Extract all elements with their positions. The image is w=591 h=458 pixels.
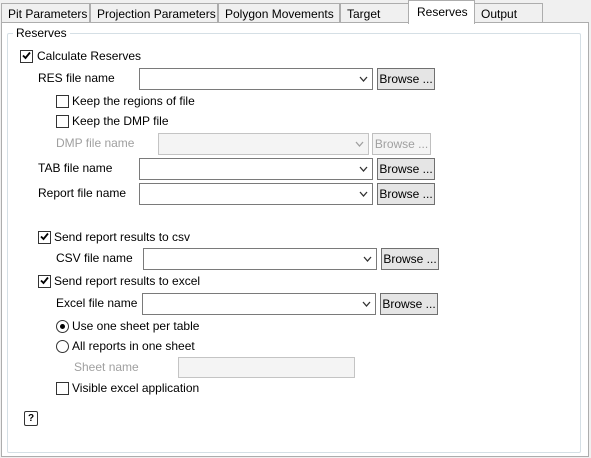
csv-file-combo[interactable]	[143, 248, 377, 270]
tab-reserves[interactable]: Reserves	[408, 0, 475, 24]
all-reports-one-sheet-radio[interactable]	[56, 340, 69, 353]
chevron-down-icon	[362, 301, 371, 307]
chevron-down-icon	[359, 166, 368, 172]
excel-file-label: Excel file name	[56, 296, 138, 310]
tab-file-combo[interactable]	[139, 158, 373, 180]
calculate-reserves-checkbox[interactable]	[20, 50, 33, 63]
all-reports-one-sheet-label: All reports in one sheet	[72, 339, 195, 353]
checkmark-icon	[22, 51, 31, 60]
chevron-down-icon	[363, 256, 372, 262]
tab-pit-parameters[interactable]: Pit Parameters	[1, 3, 90, 22]
excel-browse-button[interactable]: Browse ...	[380, 293, 438, 315]
excel-file-combo[interactable]	[142, 293, 376, 315]
radio-dot	[60, 324, 65, 329]
tab-projection-parameters[interactable]: Projection Parameters	[90, 3, 218, 22]
chevron-down-icon	[359, 76, 368, 82]
send-excel-checkbox[interactable]	[38, 275, 51, 288]
send-excel-label: Send report results to excel	[54, 274, 201, 288]
keep-dmp-label: Keep the DMP file	[72, 114, 169, 128]
visible-excel-label: Visible excel application	[72, 381, 200, 395]
res-file-combo[interactable]	[139, 68, 373, 90]
tab-polygon-movements[interactable]: Polygon Movements	[218, 3, 340, 22]
csv-browse-button[interactable]: Browse ...	[381, 248, 439, 270]
report-file-combo[interactable]	[139, 183, 373, 205]
tab-output[interactable]: Output	[474, 3, 543, 22]
send-csv-label: Send report results to csv	[54, 230, 191, 244]
checkmark-icon	[40, 232, 49, 241]
dmp-browse-button[interactable]: Browse ...	[372, 133, 431, 155]
csv-file-label: CSV file name	[56, 251, 133, 265]
res-file-label: RES file name	[38, 71, 115, 85]
sheet-name-label: Sheet name	[74, 360, 139, 374]
dmp-file-combo[interactable]	[158, 133, 369, 155]
keep-regions-label: Keep the regions of file	[72, 94, 195, 108]
calculate-reserves-label: Calculate Reserves	[37, 49, 142, 63]
tab-browse-button[interactable]: Browse ...	[377, 158, 435, 180]
report-file-label: Report file name	[38, 186, 127, 200]
groupbox-title: Reserves	[13, 26, 70, 40]
sheet-name-input[interactable]	[178, 357, 355, 378]
res-browse-button[interactable]: Browse ...	[377, 68, 435, 90]
send-csv-checkbox[interactable]	[38, 231, 51, 244]
tab-file-label: TAB file name	[38, 161, 113, 175]
chevron-down-icon	[359, 191, 368, 197]
chevron-down-icon	[355, 141, 364, 147]
one-sheet-per-table-radio[interactable]	[56, 320, 69, 333]
keep-dmp-checkbox[interactable]	[56, 115, 69, 128]
dmp-file-label: DMP file name	[56, 136, 135, 150]
keep-regions-checkbox[interactable]	[56, 95, 69, 108]
report-browse-button[interactable]: Browse ...	[377, 183, 435, 205]
visible-excel-checkbox[interactable]	[56, 382, 69, 395]
one-sheet-per-table-label: Use one sheet per table	[72, 319, 200, 333]
help-icon[interactable]: ?	[24, 411, 38, 426]
tab-target[interactable]: Target	[340, 3, 410, 22]
checkmark-icon	[40, 276, 49, 285]
